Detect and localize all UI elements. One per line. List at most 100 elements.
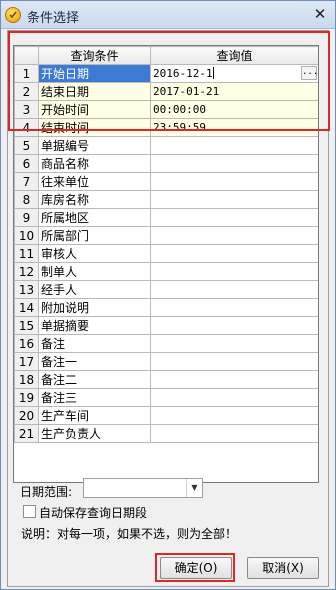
value-cell[interactable] — [150, 406, 318, 425]
value-cell[interactable] — [150, 154, 318, 173]
table-row[interactable]: 6 商品名称 — [14, 154, 318, 173]
app-icon — [5, 7, 21, 23]
close-icon[interactable]: ✕ — [309, 4, 331, 24]
table-row[interactable]: 19 备注三 — [14, 388, 318, 407]
value-cell[interactable] — [150, 262, 318, 281]
value-cell[interactable]: 2017-01-21 — [150, 82, 318, 101]
row-number: 15 — [14, 316, 39, 335]
table-row[interactable]: 10 所属部门 — [14, 226, 318, 245]
row-number: 20 — [14, 406, 39, 425]
condition-cell[interactable]: 所属部门 — [38, 226, 151, 245]
row-number: 2 — [14, 82, 39, 101]
condition-cell[interactable]: 备注一 — [38, 352, 151, 371]
ok-button[interactable]: 确定(O) — [160, 557, 232, 579]
value-cell[interactable] — [150, 280, 318, 299]
table-row[interactable]: 2 结束日期 2017-01-21 — [14, 82, 318, 101]
table-row[interactable]: 8 库房名称 — [14, 190, 318, 209]
condition-cell[interactable]: 商品名称 — [38, 154, 151, 173]
condition-cell[interactable]: 单据编号 — [38, 136, 151, 155]
chevron-down-icon[interactable]: ▼ — [186, 479, 202, 497]
table-row[interactable]: 21 生产负责人 — [14, 424, 318, 443]
row-number: 14 — [14, 298, 39, 317]
table-row[interactable]: 9 所属地区 — [14, 208, 318, 227]
row-number: 3 — [14, 100, 39, 119]
condition-cell[interactable]: 单据摘要 — [38, 316, 151, 335]
value-cell[interactable] — [150, 334, 318, 353]
condition-cell[interactable]: 开始日期 — [38, 64, 151, 83]
table-row[interactable]: 3 开始时间 00:00:00 — [14, 100, 318, 119]
dialog-title: 条件选择 — [27, 11, 80, 26]
date-range-label: 日期范围: — [20, 485, 73, 499]
note-text: 说明：对每一项，如果不选，则为全部！ — [21, 527, 238, 541]
row-number: 16 — [14, 334, 39, 353]
condition-cell[interactable]: 制单人 — [38, 262, 151, 281]
condition-cell[interactable]: 往来单位 — [38, 172, 151, 191]
row-number: 8 — [14, 190, 39, 209]
row-number: 6 — [14, 154, 39, 173]
condition-cell[interactable]: 备注 — [38, 334, 151, 353]
auto-save-label[interactable]: 自动保存查询日期段 — [39, 504, 147, 521]
query-grid[interactable]: 查询条件 查询值 1 开始日期 2016-12-1... 2 结束日期 2017… — [13, 45, 319, 483]
row-number: 11 — [14, 244, 39, 263]
value-cell[interactable] — [150, 226, 318, 245]
row-number: 17 — [14, 352, 39, 371]
column-header-condition: 查询条件 — [38, 46, 151, 65]
table-row[interactable]: 4 结束时间 23:59:59 — [14, 118, 318, 137]
row-number: 18 — [14, 370, 39, 389]
table-row[interactable]: 13 经手人 — [14, 280, 318, 299]
value-cell[interactable] — [150, 190, 318, 209]
value-cell[interactable] — [150, 172, 318, 191]
value-cell[interactable] — [150, 244, 318, 263]
value-cell[interactable] — [150, 388, 318, 407]
condition-cell[interactable]: 所属地区 — [38, 208, 151, 227]
condition-cell[interactable]: 库房名称 — [38, 190, 151, 209]
table-row[interactable]: 1 开始日期 2016-12-1... — [14, 64, 318, 83]
condition-cell[interactable]: 经手人 — [38, 280, 151, 299]
value-cell[interactable] — [150, 316, 318, 335]
date-range-select[interactable]: ▼ — [83, 478, 203, 498]
row-number: 19 — [14, 388, 39, 407]
row-number: 10 — [14, 226, 39, 245]
table-row[interactable]: 16 备注 — [14, 334, 318, 353]
condition-cell[interactable]: 备注三 — [38, 388, 151, 407]
table-row[interactable]: 5 单据编号 — [14, 136, 318, 155]
condition-cell[interactable]: 附加说明 — [38, 298, 151, 317]
value-cell-editing[interactable]: 2016-12-1... — [150, 64, 318, 83]
value-cell[interactable] — [150, 352, 318, 371]
cancel-button[interactable]: 取消(X) — [247, 557, 319, 579]
text-caret — [212, 67, 214, 79]
row-number: 21 — [14, 424, 39, 443]
corner-header — [14, 46, 39, 65]
row-number: 5 — [14, 136, 39, 155]
value-cell[interactable] — [150, 424, 318, 443]
value-cell[interactable] — [150, 298, 318, 317]
value-cell[interactable]: 00:00:00 — [150, 100, 318, 119]
table-row[interactable]: 15 单据摘要 — [14, 316, 318, 335]
table-row[interactable]: 7 往来单位 — [14, 172, 318, 191]
condition-cell[interactable]: 结束日期 — [38, 82, 151, 101]
table-row[interactable]: 12 制单人 — [14, 262, 318, 281]
row-number: 7 — [14, 172, 39, 191]
ellipsis-button[interactable]: ... — [301, 66, 318, 80]
value-cell[interactable]: 23:59:59 — [150, 118, 318, 137]
row-number: 4 — [14, 118, 39, 137]
condition-cell[interactable]: 结束时间 — [38, 118, 151, 137]
condition-cell[interactable]: 开始时间 — [38, 100, 151, 119]
auto-save-checkbox[interactable] — [23, 505, 36, 518]
row-number: 13 — [14, 280, 39, 299]
condition-cell[interactable]: 生产车间 — [38, 406, 151, 425]
value-cell[interactable] — [150, 136, 318, 155]
table-row[interactable]: 14 附加说明 — [14, 298, 318, 317]
table-row[interactable]: 18 备注二 — [14, 370, 318, 389]
row-number: 9 — [14, 208, 39, 227]
condition-cell[interactable]: 备注二 — [38, 370, 151, 389]
condition-cell[interactable]: 生产负责人 — [38, 424, 151, 443]
table-row[interactable]: 11 审核人 — [14, 244, 318, 263]
value-cell[interactable] — [150, 208, 318, 227]
condition-cell[interactable]: 审核人 — [38, 244, 151, 263]
table-row[interactable]: 17 备注一 — [14, 352, 318, 371]
value-cell[interactable] — [150, 370, 318, 389]
row-number: 1 — [14, 64, 39, 83]
value-text: 2016-12-1 — [153, 67, 213, 80]
table-row[interactable]: 20 生产车间 — [14, 406, 318, 425]
